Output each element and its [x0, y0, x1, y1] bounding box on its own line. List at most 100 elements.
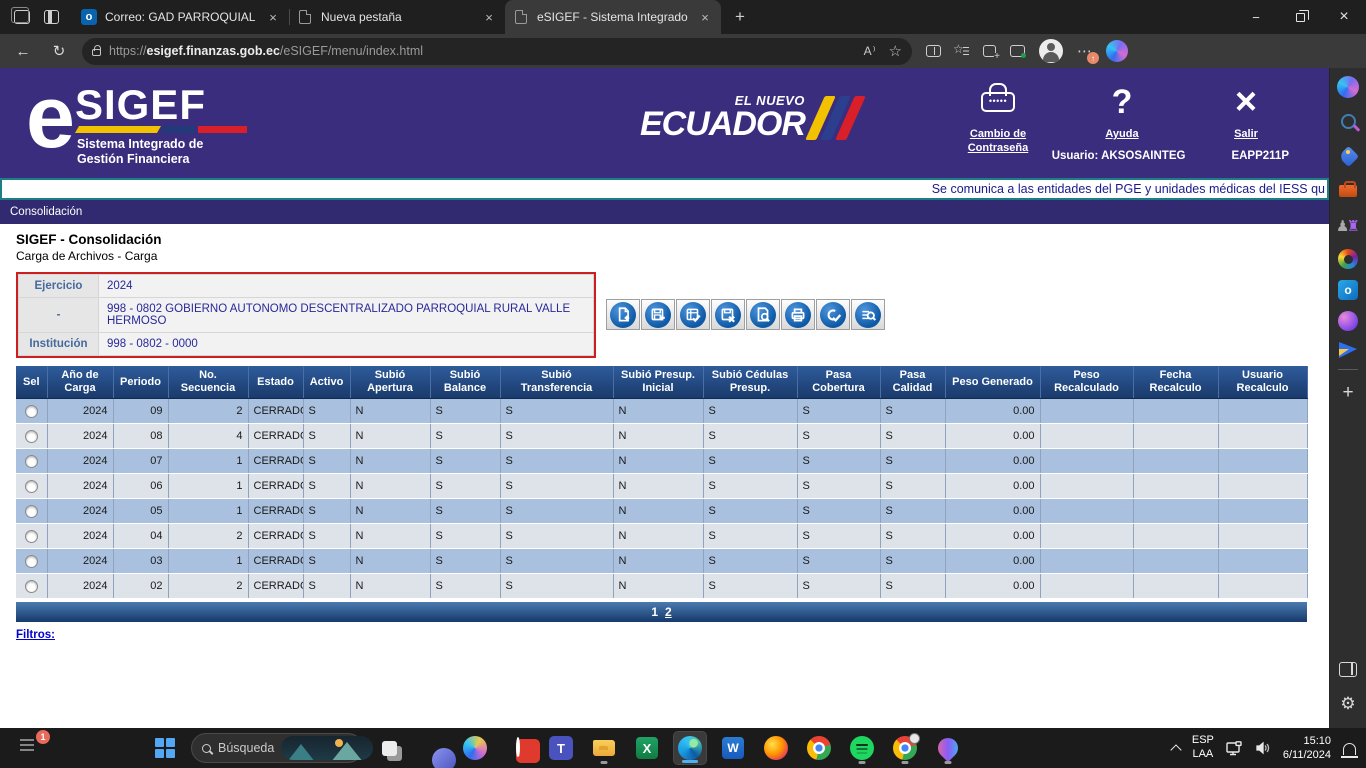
cell: 2024 [47, 524, 113, 549]
create-record-button[interactable] [606, 299, 640, 330]
drop-icon[interactable] [1338, 311, 1358, 331]
shopping-icon[interactable] [1336, 144, 1360, 168]
check-quality-button[interactable] [816, 299, 850, 330]
column-header: Sel [16, 366, 47, 399]
row-radio[interactable] [25, 580, 38, 593]
toolbox-icon[interactable] [1336, 179, 1360, 203]
delete-record-button[interactable] [711, 299, 745, 330]
chat-icon[interactable] [415, 731, 449, 765]
save-new-button[interactable] [641, 299, 675, 330]
vertical-tabs-icon[interactable] [44, 10, 59, 24]
workspaces-icon[interactable] [14, 10, 30, 24]
consult-button[interactable] [851, 299, 885, 330]
url-field[interactable]: https://esigef.finanzas.gob.ec/eSIGEF/me… [82, 38, 912, 65]
cell: S [500, 574, 613, 599]
acrobat-icon[interactable] [501, 731, 535, 765]
action-label: Ayuda [1105, 128, 1138, 142]
volume-icon[interactable] [1255, 741, 1271, 755]
preview-document-button[interactable] [746, 299, 780, 330]
designer-icon[interactable] [1339, 342, 1357, 358]
row-radio[interactable] [25, 555, 38, 568]
outlook-icon[interactable] [1338, 280, 1358, 300]
teams-icon[interactable] [544, 731, 578, 765]
tab-close-icon[interactable] [697, 9, 713, 25]
row-select-cell [16, 449, 47, 474]
favorites-hub-icon[interactable] [955, 45, 969, 57]
m365-icon[interactable] [1338, 249, 1358, 269]
task-view-icon[interactable] [372, 731, 406, 765]
notifications-bell-icon[interactable] [1343, 743, 1356, 755]
profile-avatar[interactable] [1039, 39, 1063, 63]
tab-close-icon[interactable] [481, 9, 497, 25]
print-button[interactable] [781, 299, 815, 330]
menu-item-consolidacion[interactable]: Consolidación [0, 206, 82, 218]
cell: S [430, 499, 500, 524]
ecuador-logo: EL NUEVO ECUADOR [640, 94, 856, 141]
copilot-icon[interactable] [1337, 76, 1359, 98]
browser-tab-esigef-active[interactable]: eSIGEF - Sistema Integrado de G [505, 0, 721, 34]
explorer-icon[interactable] [587, 731, 621, 765]
exit-button[interactable]: Salir [1203, 80, 1289, 156]
taskbar-search[interactable]: Búsqueda [191, 733, 363, 763]
table-row: 2024022CERRADOSNSSNSSS0.00 [16, 574, 1307, 599]
logo-e: e [26, 80, 73, 154]
menu-bar: Consolidación [0, 200, 1329, 224]
clock[interactable]: 15:106/11/2024 [1283, 734, 1331, 763]
language-indicator[interactable]: ESPLAA [1192, 734, 1214, 762]
cell: S [703, 524, 797, 549]
panel-icon[interactable] [1336, 657, 1360, 681]
collections-icon[interactable] [983, 45, 996, 57]
split-screen-icon[interactable] [926, 45, 941, 57]
taskbar-overflow-app-icon[interactable]: 1 [18, 735, 44, 761]
new-tab-button[interactable] [727, 4, 753, 30]
row-radio[interactable] [25, 405, 38, 418]
settings-more-icon[interactable] [1077, 42, 1092, 60]
word-icon[interactable] [716, 731, 750, 765]
refresh-button[interactable] [46, 38, 72, 64]
copilot-icon[interactable] [1106, 40, 1128, 62]
back-button[interactable] [10, 38, 36, 64]
column-header: Año de Carga [47, 366, 113, 399]
row-radio[interactable] [25, 505, 38, 518]
read-aloud-icon[interactable] [864, 42, 877, 60]
row-radio[interactable] [25, 430, 38, 443]
browser-tab-outlook[interactable]: Correo: GAD PARROQUIAL VALLE [73, 0, 289, 34]
filters-link[interactable]: Filtros: [16, 629, 55, 641]
row-radio[interactable] [25, 480, 38, 493]
start-button[interactable] [148, 731, 182, 765]
games-icon[interactable] [1336, 214, 1360, 238]
cell: N [350, 499, 430, 524]
row-radio[interactable] [25, 530, 38, 543]
change-password-button[interactable]: Cambio de Contraseña [955, 80, 1041, 156]
cell: S [880, 474, 945, 499]
firefox-icon[interactable] [759, 731, 793, 765]
edge-icon[interactable] [673, 731, 707, 765]
window-minimize-button[interactable] [1234, 0, 1278, 34]
table-row: 2024092CERRADOSNSSNSSS0.00 [16, 399, 1307, 424]
window-close-button[interactable] [1322, 0, 1366, 34]
spotify-icon[interactable] [845, 731, 879, 765]
cell [1040, 524, 1133, 549]
paint-icon[interactable] [931, 731, 965, 765]
copilot-icon[interactable] [458, 731, 492, 765]
tab-close-icon[interactable] [265, 9, 281, 25]
add-icon[interactable] [1336, 381, 1360, 405]
favorite-star-icon[interactable] [889, 42, 902, 61]
tray-chevron-icon[interactable] [1170, 744, 1181, 755]
settings-icon[interactable] [1336, 692, 1360, 716]
network-icon[interactable] [1226, 741, 1243, 756]
page-number-link[interactable]: 2 [665, 605, 672, 619]
excel-icon[interactable] [630, 731, 664, 765]
chrome-icon[interactable] [802, 731, 836, 765]
cell [1133, 524, 1218, 549]
cell: S [880, 549, 945, 574]
validate-grid-button[interactable] [676, 299, 710, 330]
help-button[interactable]: Ayuda [1079, 80, 1165, 156]
browser-tab-newtab[interactable]: Nueva pestaña [289, 0, 505, 34]
search-icon[interactable] [1336, 109, 1360, 133]
window-restore-button[interactable] [1278, 0, 1322, 34]
row-radio[interactable] [25, 455, 38, 468]
windows-taskbar: 1 Búsqueda ESPLAA 15:106/11/2024 [0, 728, 1366, 768]
chrome-work-icon[interactable] [888, 731, 922, 765]
browser-essentials-icon[interactable] [1010, 45, 1025, 57]
